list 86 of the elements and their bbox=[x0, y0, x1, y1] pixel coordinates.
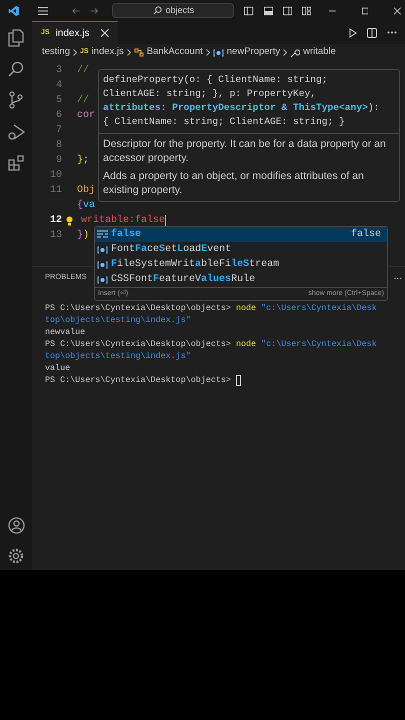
terminal-line: newvalue bbox=[45, 326, 86, 338]
chevron-icon bbox=[126, 49, 131, 56]
terminal-line: PS C:\Users\Cyntexia\Desktop\objects> node "c:\Users\Cyntexia\Desk bbox=[45, 302, 377, 314]
suggestion-label: false bbox=[111, 228, 142, 242]
close-icon[interactable] bbox=[101, 29, 109, 37]
suggestion-item[interactable]: FileSystemWritableFileStream bbox=[95, 257, 387, 272]
signature-line: { ClientName: string; ClientAGE: string; } bbox=[103, 115, 346, 129]
signature-line: defineProperty(o: { ClientName: string; bbox=[103, 73, 329, 87]
more-actions-icon[interactable] bbox=[387, 31, 397, 34]
lightbulb-icon[interactable] bbox=[66, 216, 73, 226]
suggestion-detail: false bbox=[350, 228, 382, 242]
text-cursor bbox=[165, 214, 166, 226]
search-icon[interactable] bbox=[8, 61, 24, 77]
toggle-secondary-sidebar-icon[interactable] bbox=[282, 6, 292, 16]
line-number: 5 bbox=[54, 94, 62, 108]
extensions-icon[interactable] bbox=[8, 155, 24, 172]
suggestion-label: FileSystemWritableFileStream bbox=[111, 258, 280, 272]
breadcrumb-item[interactable]: testing bbox=[42, 45, 70, 60]
terminal-line: PS C:\Users\Cyntexia\Desktop\objects> node "c:\Users\Cyntexia\Desk bbox=[45, 338, 377, 350]
minimize-icon[interactable] bbox=[329, 10, 336, 12]
back-arrow-icon[interactable] bbox=[72, 6, 80, 14]
terminal-line: top\objects\testing\index.js" bbox=[45, 314, 191, 326]
code-line: cor bbox=[77, 109, 96, 123]
line-number: 13 bbox=[48, 229, 62, 243]
app-logo-icon bbox=[8, 4, 20, 18]
code-line: // bbox=[77, 64, 90, 78]
chevron-icon bbox=[283, 49, 288, 56]
line-number: 6 bbox=[54, 109, 62, 123]
line-number: 8 bbox=[54, 139, 62, 153]
suggestion-label: CSSFontFeatureValuesRule bbox=[111, 272, 256, 287]
code-line: }; bbox=[77, 154, 90, 168]
chevron-icon bbox=[73, 49, 77, 56]
search-icon bbox=[152, 6, 162, 15]
line-number: 9 bbox=[54, 154, 62, 168]
files-icon[interactable] bbox=[8, 29, 24, 47]
breadcrumb-item[interactable]: newProperty bbox=[226, 45, 280, 60]
method-description: Adds a property to an object, or modifies attributes of an existing property. bbox=[103, 170, 365, 197]
account-icon[interactable] bbox=[8, 517, 24, 534]
code-line: {va bbox=[77, 198, 96, 213]
breadcrumb-item[interactable]: BankAccount bbox=[146, 45, 203, 60]
settings-icon[interactable] bbox=[8, 548, 24, 564]
code-line: Obj bbox=[77, 184, 96, 198]
terminal-cursor bbox=[236, 374, 241, 386]
maximize-icon[interactable] bbox=[362, 6, 368, 14]
keyword-icon bbox=[97, 230, 108, 239]
source-control-icon[interactable] bbox=[8, 91, 24, 109]
toggle-panel-icon[interactable] bbox=[264, 6, 273, 16]
run-icon[interactable] bbox=[349, 28, 357, 38]
suggestion-item[interactable]: CSSFontFeatureValuesRule bbox=[95, 272, 387, 287]
toggle-sidebar-icon[interactable] bbox=[244, 6, 254, 16]
class-icon bbox=[134, 48, 144, 57]
suggestion-item[interactable]: FontFaceSetLoadEvent bbox=[95, 242, 387, 257]
chevron-icon bbox=[206, 49, 210, 56]
terminal-line: top\objects\testing\index.js" bbox=[45, 350, 191, 362]
line-number: 10 bbox=[48, 169, 62, 183]
close-icon[interactable] bbox=[394, 6, 402, 14]
layout-icon[interactable] bbox=[302, 6, 312, 16]
variable-icon bbox=[97, 276, 108, 284]
code-line: // bbox=[77, 94, 90, 108]
line-number: 12 bbox=[48, 214, 62, 228]
suggestion-label: FontFaceSetLoadEvent bbox=[111, 242, 232, 257]
terminal-line: PS C:\Users\Cyntexia\Desktop\objects> bbox=[45, 374, 232, 386]
line-number: 4 bbox=[54, 79, 62, 93]
line-number: 3 bbox=[54, 64, 62, 78]
signature-line: attributes: PropertyDescriptor & ThisType<any>): bbox=[103, 101, 380, 115]
suggestion-item[interactable]: false false bbox=[95, 227, 387, 242]
forward-arrow-icon[interactable] bbox=[90, 6, 98, 14]
panel-more-actions[interactable]: ... bbox=[394, 269, 402, 284]
breadcrumb-item[interactable]: writable bbox=[303, 45, 336, 60]
parameter-description: Descriptor for the property. It can be for a data property or an accessor property. bbox=[103, 138, 387, 165]
variable-icon bbox=[97, 260, 108, 268]
line-number: 11 bbox=[48, 184, 62, 198]
variable-icon bbox=[97, 246, 108, 254]
search-text: objects bbox=[166, 4, 194, 17]
breadcrumb-item[interactable]: index.js bbox=[92, 45, 124, 60]
tab-label: index.js bbox=[56, 26, 90, 40]
menu-icon[interactable] bbox=[38, 6, 48, 16]
command-search-field[interactable]: objects bbox=[112, 3, 234, 18]
variable-icon bbox=[212, 48, 224, 56]
run-debug-icon[interactable] bbox=[8, 123, 24, 141]
split-editor-icon[interactable] bbox=[367, 28, 377, 38]
signature-line: ClientAGE: string; }, p: PropertyKey, bbox=[103, 87, 318, 101]
line-number: 7 bbox=[54, 124, 62, 138]
code-line: writable:false bbox=[81, 214, 166, 228]
terminal-line: value bbox=[45, 362, 70, 374]
code-line: }) bbox=[77, 228, 90, 243]
